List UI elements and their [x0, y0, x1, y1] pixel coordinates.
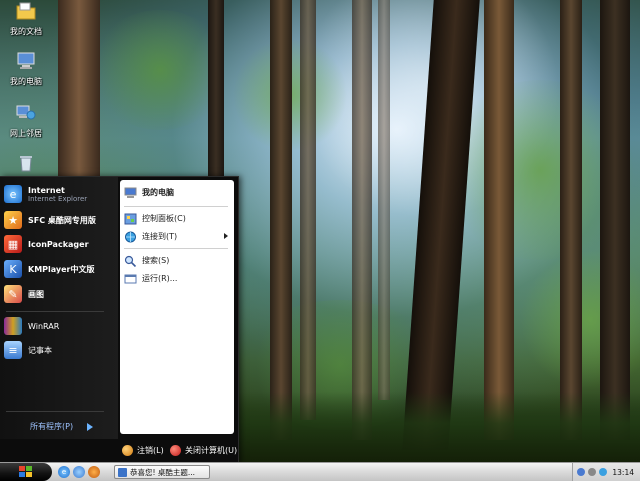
logoff-button[interactable]: 注销(L): [122, 445, 164, 456]
chevron-right-icon: [224, 233, 228, 239]
arrow-right-icon: [87, 422, 94, 431]
right-item-connect-to[interactable]: 连接到(T): [124, 230, 230, 243]
winrar-icon: [4, 317, 22, 335]
recent-winrar[interactable]: WinRAR: [4, 317, 112, 335]
pinned-kmplayer[interactable]: K KMPlayer中文版: [4, 260, 112, 278]
paint-icon: ✎: [4, 285, 22, 303]
folder-documents-icon: [15, 2, 37, 24]
notepad-icon: ≡: [4, 341, 22, 359]
right-item-my-computer[interactable]: 我的电脑: [124, 186, 230, 199]
start-menu: e Internet Internet Explorer ★ SFC 桌酷网专用…: [0, 176, 239, 464]
window-icon: [118, 467, 127, 477]
tree-trunk: [484, 0, 514, 440]
kmplayer-icon: K: [4, 260, 22, 278]
recent-notepad[interactable]: ≡ 记事本: [4, 341, 112, 359]
connect-to-icon: [124, 230, 137, 243]
iconpackager-icon: ▦: [4, 235, 22, 253]
start-menu-left-pane: e Internet Internet Explorer ★ SFC 桌酷网专用…: [0, 177, 118, 439]
tray-network-icon[interactable]: [577, 468, 585, 476]
my-computer-icon: [124, 186, 137, 199]
separator: [6, 411, 104, 412]
pinned-internet-explorer[interactable]: e Internet Internet Explorer: [4, 185, 112, 203]
internet-explorer-icon: e: [4, 185, 22, 203]
tree-trunk: [600, 0, 630, 440]
pinned-paint[interactable]: ✎ 画图: [4, 285, 112, 303]
separator: [124, 206, 228, 207]
run-icon: [124, 272, 137, 285]
shutdown-button[interactable]: 关闭计算机(U): [170, 445, 237, 456]
tree-trunk: [352, 0, 372, 440]
quick-launch: e: [58, 466, 103, 478]
pinned-sfc[interactable]: ★ SFC 桌酷网专用版: [4, 211, 112, 229]
my-computer-icon: [15, 52, 37, 74]
tree-trunk: [560, 0, 582, 440]
separator: [6, 311, 104, 312]
windows-logo-icon: [19, 466, 33, 478]
tree-trunk: [378, 0, 390, 400]
recycle-bin-icon: [15, 154, 37, 176]
right-item-search[interactable]: 搜索(S): [124, 254, 230, 267]
internet-explorer-icon[interactable]: e: [58, 466, 70, 478]
tray-volume-icon[interactable]: [588, 468, 596, 476]
show-desktop-icon[interactable]: [73, 466, 85, 478]
desktop-icon-my-computer[interactable]: 我的电脑: [0, 52, 52, 87]
taskbar: e 恭喜您! 桌酷主题... 13:14: [0, 462, 640, 481]
system-tray: 13:14: [572, 463, 640, 481]
desktop-icon-network-places[interactable]: 网上邻居: [0, 104, 52, 139]
power-icon: [170, 445, 181, 456]
desktop-icon-recycle-bin[interactable]: [0, 154, 52, 178]
tree-trunk: [270, 0, 292, 440]
network-places-icon: [15, 104, 37, 126]
pinned-iconpackager[interactable]: ▦ IconPackager: [4, 235, 112, 253]
search-icon: [124, 254, 137, 267]
taskbar-window-button[interactable]: 恭喜您! 桌酷主题...: [114, 465, 210, 479]
tray-app-icon[interactable]: [599, 468, 607, 476]
separator: [124, 248, 228, 249]
tree-trunk: [300, 0, 316, 420]
media-player-icon[interactable]: [88, 466, 100, 478]
start-menu-right-pane: 我的电脑 控制面板(C) 连接到(T) 搜索(S) 运行(R)...: [120, 180, 234, 434]
right-item-run[interactable]: 运行(R)...: [124, 272, 230, 285]
desktop-icon-my-documents[interactable]: 我的文档: [0, 2, 52, 37]
control-panel-icon: [124, 212, 137, 225]
clock[interactable]: 13:14: [612, 468, 634, 477]
all-programs-button[interactable]: 所有程序(P): [30, 421, 94, 432]
sfc-icon: ★: [4, 211, 22, 229]
start-button[interactable]: [0, 463, 52, 481]
logoff-icon: [122, 445, 133, 456]
right-item-control-panel[interactable]: 控制面板(C): [124, 212, 230, 225]
